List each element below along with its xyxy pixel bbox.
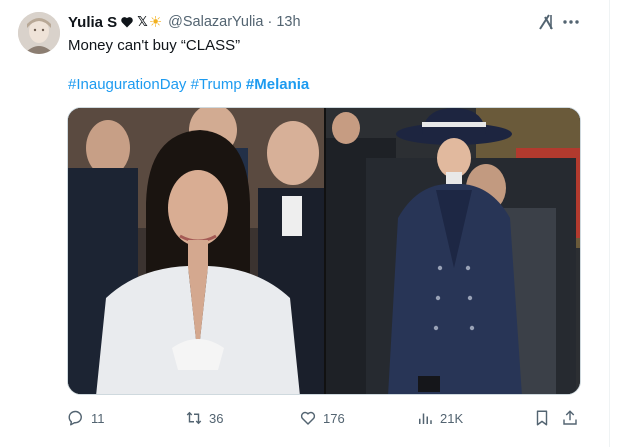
- photo-right[interactable]: [326, 108, 580, 394]
- views-count: 21K: [440, 410, 464, 426]
- share-button[interactable]: [561, 406, 579, 430]
- repost-button[interactable]: 36: [185, 406, 223, 430]
- like-button[interactable]: 176: [299, 406, 345, 430]
- hashtag-melania[interactable]: #Melania: [246, 76, 309, 93]
- views-button[interactable]: 21K: [416, 406, 463, 430]
- hashtag-line: #InaugurationDay #Trump #Melania: [68, 75, 309, 95]
- timestamp[interactable]: 13h: [276, 14, 300, 30]
- user-handle[interactable]: @SalazarYulia: [168, 14, 263, 30]
- separator-dot: ·: [267, 14, 273, 30]
- hashtag-trump[interactable]: #Trump: [191, 76, 242, 93]
- reply-icon: [68, 410, 82, 426]
- tweet-text: Money can't buy “CLASS”: [68, 37, 241, 54]
- action-bar: 11 36 176 21K: [67, 406, 581, 430]
- heart-badge-icon: [120, 16, 134, 28]
- display-name[interactable]: Yulia S: [68, 14, 117, 31]
- reply-button[interactable]: 11: [67, 406, 105, 430]
- media-grid[interactable]: [67, 107, 581, 395]
- repost-count: 36: [209, 410, 224, 426]
- photo-left[interactable]: [68, 108, 324, 394]
- views-icon: [419, 413, 432, 424]
- x-badge-icon: 𝕏: [137, 14, 148, 29]
- repost-icon: [186, 411, 202, 425]
- reply-count: 11: [91, 410, 105, 426]
- bookmark-icon: [536, 410, 548, 426]
- hashtag-inaugurationday[interactable]: #InaugurationDay: [68, 76, 186, 93]
- card-divider: [609, 0, 610, 447]
- bookmark-button[interactable]: [533, 406, 551, 430]
- grok-icon[interactable]: [537, 12, 555, 32]
- heart-icon: [300, 411, 316, 425]
- avatar[interactable]: [18, 12, 60, 54]
- like-count: 176: [323, 410, 345, 426]
- tweet-header: Yulia S 𝕏 ☀ @SalazarYulia · 13h: [68, 12, 301, 32]
- tweet-card[interactable]: Yulia S 𝕏 ☀ @SalazarYulia · 13h Money ca…: [0, 0, 622, 447]
- sun-badge-icon: ☀: [148, 14, 163, 31]
- more-icon[interactable]: [561, 12, 581, 32]
- share-icon: [563, 410, 577, 425]
